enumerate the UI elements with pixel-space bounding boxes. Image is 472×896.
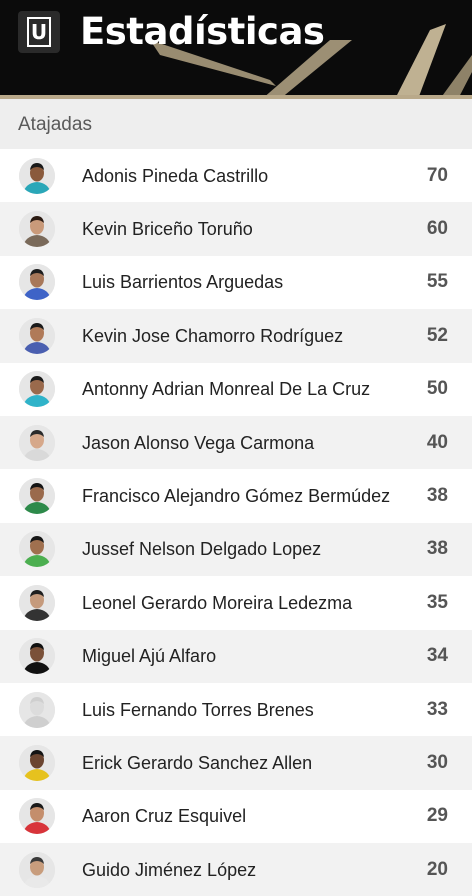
player-avatar (19, 424, 55, 461)
player-avatar (19, 584, 55, 621)
player-saves-value: 35 (426, 591, 448, 613)
player-name: Miguel Ajú Alfaro (82, 646, 217, 667)
player-row[interactable]: Leonel Gerardo Moreira Ledezma 35 (0, 576, 472, 630)
player-row[interactable]: Francisco Alejandro Gómez Bermúdez 38 (0, 469, 472, 523)
player-row[interactable]: Jason Alonso Vega Carmona 40 (0, 415, 472, 470)
player-name: Jason Alonso Vega Carmona (82, 432, 315, 453)
player-row[interactable]: Adonis Pineda Castrillo 70 (0, 149, 472, 203)
player-row[interactable]: Antonny Adrian Monreal De La Cruz 50 (0, 362, 472, 416)
player-saves-value: 60 (426, 218, 448, 240)
player-name: Erick Gerardo Sanchez Allen (82, 752, 313, 773)
player-saves-value: 29 (426, 805, 448, 827)
player-list: Adonis Pineda Castrillo 70 Kevin Briceño T… (0, 149, 472, 896)
player-row[interactable]: Jussef Nelson Delgado Lopez 38 (0, 522, 472, 577)
player-row[interactable]: Kevin Briceño Toruño 60 (0, 202, 472, 256)
player-row[interactable]: Kevin Jose Chamorro Rodríguez 52 (0, 309, 472, 363)
player-avatar (19, 851, 55, 888)
player-saves-value: 52 (426, 324, 448, 346)
player-avatar (19, 371, 55, 408)
app-header: U Estadísticas (0, 0, 472, 99)
player-avatar (19, 638, 55, 675)
player-row[interactable]: Erick Gerardo Sanchez Allen 30 (0, 736, 472, 790)
player-avatar (19, 317, 55, 354)
section-header: Atajadas (0, 99, 472, 149)
player-avatar (19, 211, 55, 248)
player-name: Luis Barrientos Arguedas (82, 272, 284, 293)
player-avatar (19, 478, 55, 515)
player-saves-value: 50 (426, 378, 448, 400)
player-saves-value: 30 (426, 751, 448, 773)
player-avatar (19, 531, 55, 568)
team-logo: U (18, 11, 60, 53)
player-saves-value: 38 (426, 485, 448, 507)
player-row[interactable]: Luis Barrientos Arguedas 55 (0, 255, 472, 310)
player-avatar (19, 798, 55, 835)
player-saves-value: 33 (426, 698, 448, 720)
player-name: Aaron Cruz Esquivel (82, 806, 247, 827)
page-title: Estadísticas (80, 10, 325, 53)
player-saves-value: 40 (426, 431, 448, 453)
player-name: Adonis Pineda Castrillo (82, 165, 269, 186)
player-name: Guido Jiménez López (82, 859, 257, 880)
player-saves-value: 55 (426, 271, 448, 293)
player-row[interactable]: Guido Jiménez López 20 (0, 843, 472, 896)
player-row[interactable]: Aaron Cruz Esquivel 29 (0, 789, 472, 844)
player-name: Luis Fernando Torres Brenes (82, 699, 314, 720)
player-row[interactable]: Miguel Ajú Alfaro 34 (0, 629, 472, 683)
player-avatar (19, 264, 55, 301)
player-saves-value: 34 (426, 645, 448, 667)
player-saves-value: 38 (426, 538, 448, 560)
player-name: Kevin Jose Chamorro Rodríguez (82, 325, 344, 346)
player-avatar (19, 691, 55, 728)
player-avatar (19, 744, 55, 781)
player-saves-value: 20 (426, 858, 448, 880)
player-row[interactable]: Luis Fernando Torres Brenes 33 (0, 682, 472, 737)
team-logo-letter: U (30, 20, 48, 44)
player-avatar (19, 157, 55, 194)
player-saves-value: 70 (426, 164, 448, 186)
section-title: Atajadas (18, 114, 92, 135)
player-name: Jussef Nelson Delgado Lopez (82, 539, 322, 560)
player-name: Leonel Gerardo Moreira Ledezma (82, 592, 353, 613)
player-name: Kevin Briceño Toruño (82, 219, 253, 240)
player-name: Francisco Alejandro Gómez Bermúdez (82, 486, 391, 507)
player-name: Antonny Adrian Monreal De La Cruz (82, 379, 371, 400)
